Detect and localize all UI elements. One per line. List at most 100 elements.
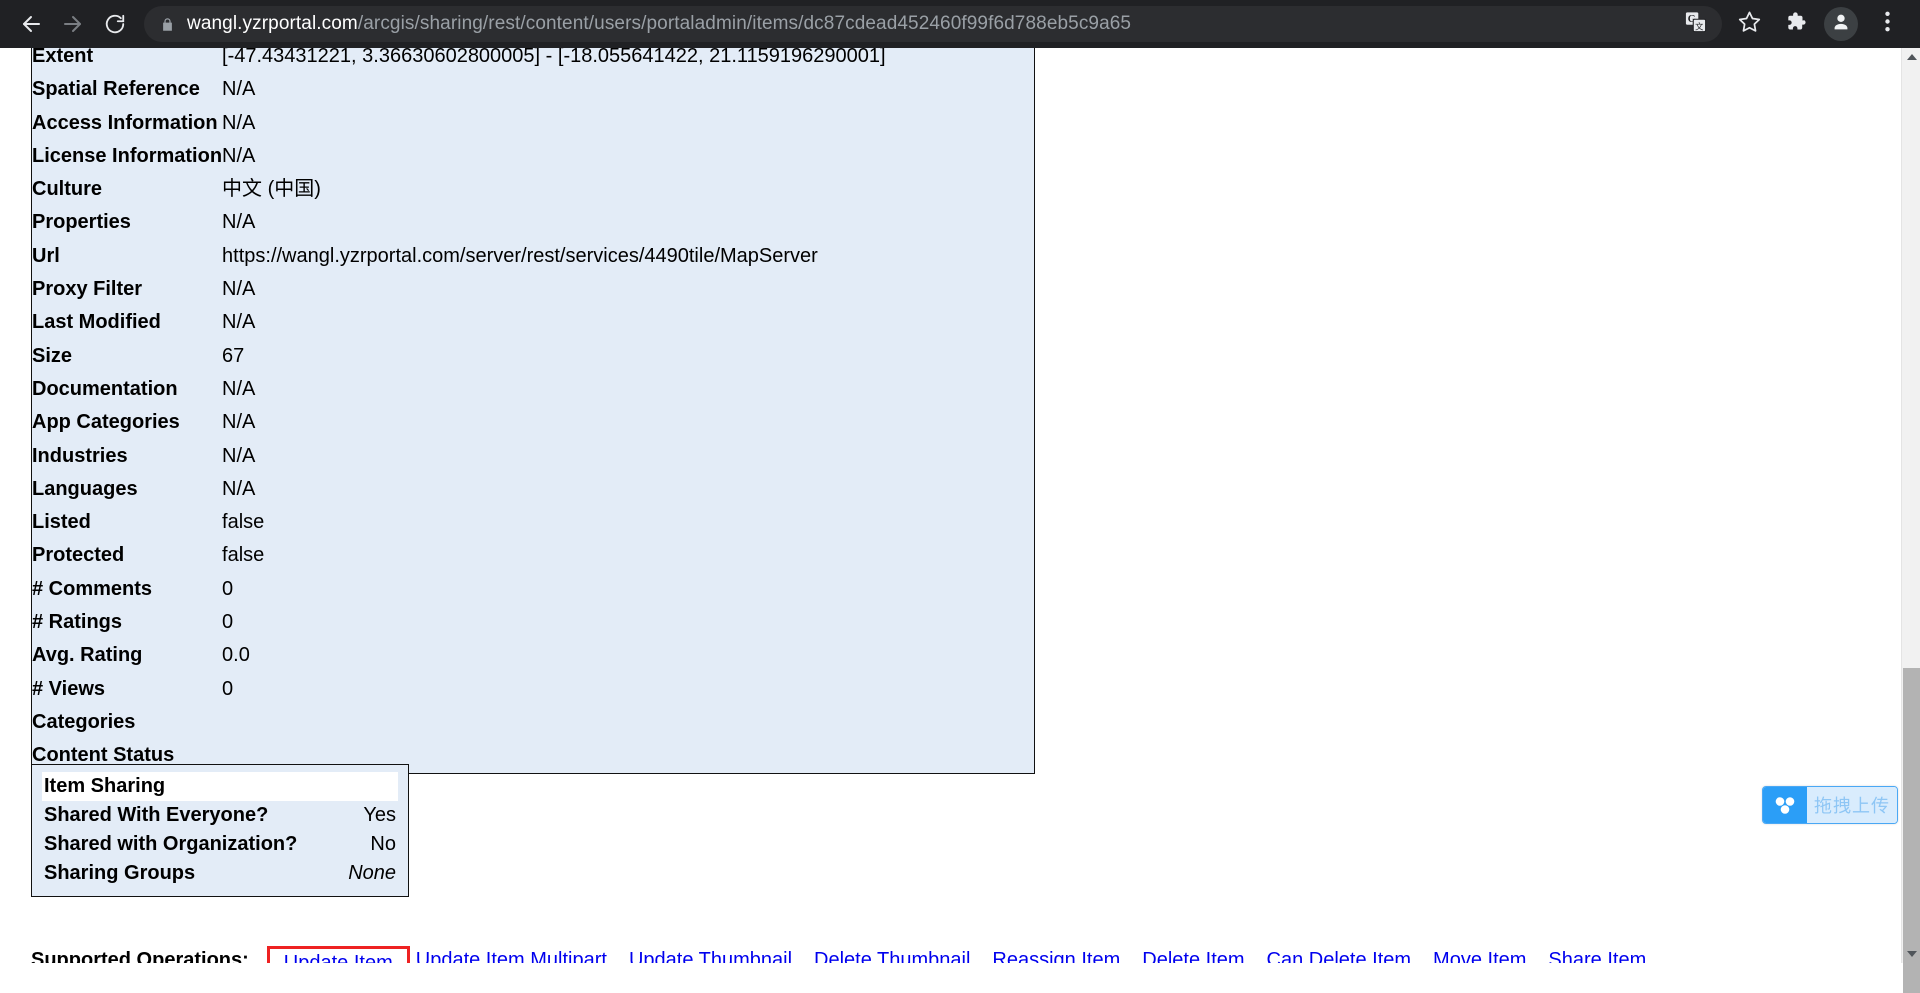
property-value: 0 <box>222 611 234 634</box>
three-dot-menu-icon <box>1884 11 1890 37</box>
op-link-can-delete-item[interactable]: Can Delete Item <box>1267 949 1412 963</box>
op-link-update-item-multipart[interactable]: Update Item Multipart <box>416 949 607 963</box>
arrow-right-icon <box>61 12 85 36</box>
reload-button[interactable] <box>94 3 136 45</box>
scroll-down-arrow[interactable] <box>1902 945 1920 963</box>
item-properties-table: Extent [-47.43431221, 3.36630602800005] -… <box>31 48 1035 774</box>
property-value <box>222 706 1034 739</box>
op-link-reassign-item[interactable]: Reassign Item <box>992 949 1120 963</box>
property-value: N/A <box>222 444 256 467</box>
item-sharing-title-row: Item Sharing <box>42 772 398 801</box>
item-sharing-key: Shared with Organization? <box>44 833 298 855</box>
arrow-left-icon <box>19 12 43 36</box>
table-row: # Comments 0 <box>32 573 1035 606</box>
arcgis-item-page: Extent [-47.43431221, 3.36630602800005] -… <box>0 48 1901 963</box>
item-sharing-table: Item Sharing Shared With Everyone? Yes Sha… <box>42 772 398 888</box>
account-avatar-icon <box>1830 11 1852 38</box>
table-row: # Views 0 <box>32 673 1035 706</box>
property-value: N/A <box>222 377 256 400</box>
property-key: # Comments <box>32 577 153 600</box>
op-link-share-item[interactable]: Share Item <box>1548 949 1646 963</box>
page-viewport: Extent [-47.43431221, 3.36630602800005] -… <box>0 48 1920 963</box>
property-value: https://wangl.yzrportal.com/server/rest/… <box>222 244 818 267</box>
property-value: N/A <box>222 278 256 301</box>
op-link-delete-thumbnail[interactable]: Delete Thumbnail <box>814 949 970 963</box>
supported-operations-label: Supported Operations: <box>31 949 249 963</box>
table-row: Last Modified N/A <box>32 306 1035 339</box>
property-key: Industries <box>32 444 128 467</box>
property-value: N/A <box>222 211 256 234</box>
property-value: N/A <box>222 477 256 500</box>
table-row: Documentation N/A <box>32 373 1035 406</box>
property-key: Listed <box>32 511 91 534</box>
op-link-update-thumbnail[interactable]: Update Thumbnail <box>629 949 792 963</box>
property-key: Spatial Reference <box>32 78 200 101</box>
item-sharing-row: Sharing Groups None <box>42 859 398 888</box>
svg-text:文: 文 <box>1695 21 1703 31</box>
chevron-down-icon <box>1906 951 1917 957</box>
property-key: Categories <box>32 710 136 733</box>
update-item-highlight-box: Update Item <box>266 946 410 963</box>
chevron-up-icon <box>1906 54 1917 60</box>
property-key: Url <box>32 244 60 267</box>
property-value: 0 <box>222 677 234 700</box>
table-row: Languages N/A <box>32 473 1035 506</box>
item-sharing-panel: Item Sharing Shared With Everyone? Yes Sha… <box>31 764 409 897</box>
url-host: wangl.yzrportal.com <box>187 13 358 34</box>
bookmark-button[interactable] <box>1729 4 1769 44</box>
property-value: 67 <box>222 344 245 367</box>
table-row: Listed false <box>32 506 1035 539</box>
property-key: Culture <box>32 178 102 201</box>
property-value: false <box>222 511 265 534</box>
browser-toolbar: wangl.yzrportal.com/arcgis/sharing/rest/… <box>0 0 1920 48</box>
table-row: Properties N/A <box>32 206 1035 239</box>
property-key: Proxy Filter <box>32 278 143 301</box>
table-row: App Categories N/A <box>32 406 1035 439</box>
property-value: N/A <box>222 111 256 134</box>
translate-button[interactable]: G 文 <box>1676 4 1716 44</box>
property-key: Languages <box>32 477 138 500</box>
lock-icon <box>160 16 175 33</box>
property-key: Access Information <box>32 111 218 134</box>
page-scrollbar[interactable] <box>1901 48 1920 993</box>
property-value: 0.0 <box>222 644 250 667</box>
back-button[interactable] <box>10 3 52 45</box>
baidu-netdisk-icon <box>1763 787 1807 823</box>
property-key: Properties <box>32 211 131 234</box>
item-sharing-row: Shared With Everyone? Yes <box>42 801 398 830</box>
table-row: Industries N/A <box>32 440 1035 473</box>
op-link-update-item[interactable]: Update Item <box>284 952 393 963</box>
property-value: N/A <box>222 144 256 167</box>
url-path: /arcgis/sharing/rest/content/users/porta… <box>357 13 1132 34</box>
property-key: Avg. Rating <box>32 644 143 667</box>
property-value: N/A <box>222 411 256 434</box>
property-key: Last Modified <box>32 311 161 334</box>
property-key: License Information <box>32 144 223 167</box>
extensions-button[interactable] <box>1775 4 1815 44</box>
baidu-netdisk-upload-widget[interactable]: 拖拽上传 <box>1762 786 1898 824</box>
property-value: 0 <box>222 577 234 600</box>
google-translate-icon: G 文 <box>1685 11 1707 38</box>
table-row: Access Information N/A <box>32 107 1035 140</box>
table-row: Categories <box>32 706 1035 739</box>
op-link-move-item[interactable]: Move Item <box>1433 949 1526 963</box>
op-link-delete-item[interactable]: Delete Item <box>1142 949 1244 963</box>
profile-button[interactable] <box>1824 7 1858 41</box>
chrome-menu-button[interactable] <box>1867 4 1907 44</box>
forward-button[interactable] <box>52 3 94 45</box>
star-icon <box>1738 10 1761 38</box>
table-row: Spatial Reference N/A <box>32 73 1035 106</box>
supported-operations-row-1: Supported Operations: Update Item Update… <box>31 943 1841 963</box>
property-key: # Ratings <box>32 611 123 634</box>
item-sharing-key: Sharing Groups <box>44 862 196 884</box>
property-value: [-47.43431221, 3.36630602800005] - [-18.… <box>222 48 886 67</box>
scroll-up-arrow[interactable] <box>1902 48 1920 66</box>
address-bar[interactable]: wangl.yzrportal.com/arcgis/sharing/rest/… <box>144 6 1722 42</box>
table-row: Protected false <box>32 539 1035 572</box>
property-key: Documentation <box>32 377 178 400</box>
baidu-upload-label: 拖拽上传 <box>1807 787 1897 823</box>
property-key: Extent <box>32 48 94 67</box>
table-row: Proxy Filter N/A <box>32 273 1035 306</box>
reload-icon <box>104 13 126 35</box>
table-row: # Ratings 0 <box>32 606 1035 639</box>
